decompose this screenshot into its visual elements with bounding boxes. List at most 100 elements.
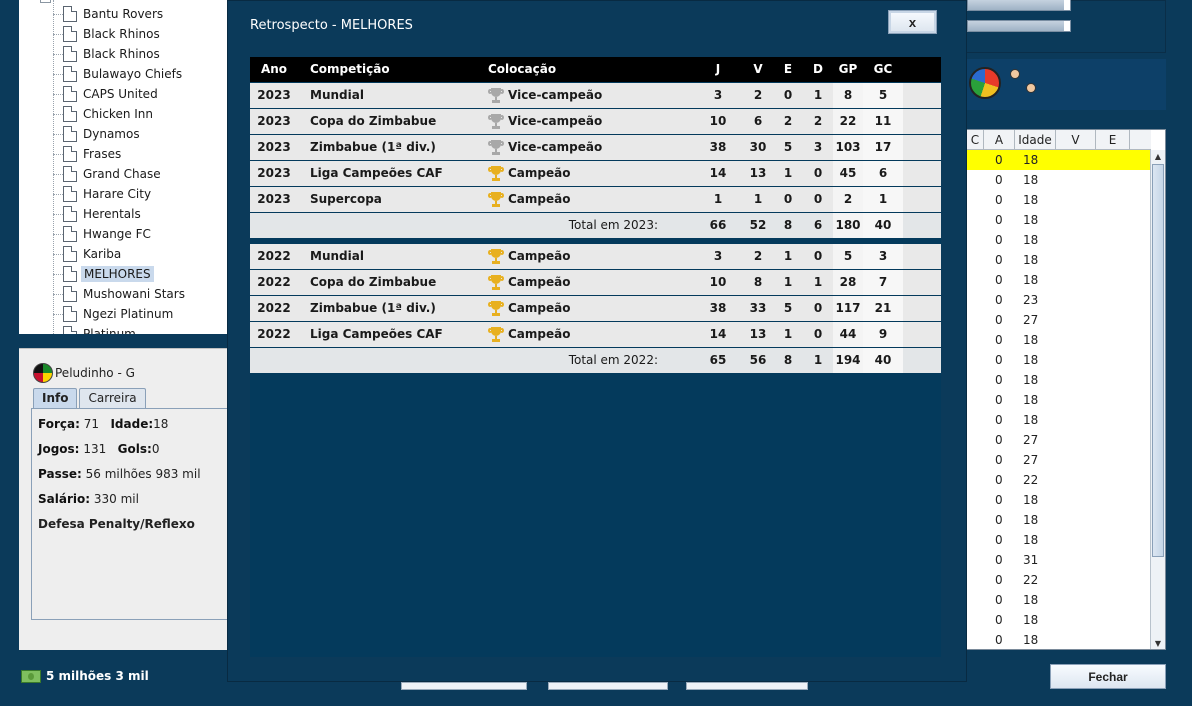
tree-item[interactable]: Mushowani Stars xyxy=(53,284,187,304)
cell-competicao: Copa do Zimbabue xyxy=(310,114,437,128)
table-row[interactable]: 0 18 xyxy=(967,630,1151,649)
col-a-header[interactable]: A xyxy=(984,130,1015,149)
tree-item[interactable]: Harare City xyxy=(53,184,153,204)
background-button-3[interactable] xyxy=(686,682,808,690)
table-row[interactable]: 0 18 xyxy=(967,230,1151,250)
stats-chart-icon[interactable] xyxy=(969,67,1001,99)
cell-gp: 28 xyxy=(833,270,863,295)
tree-item[interactable]: Chicken Inn xyxy=(53,104,155,124)
tree-item[interactable]: Platinum xyxy=(53,324,138,334)
cell-a: 0 xyxy=(995,633,1003,647)
cell-gc: 1 xyxy=(863,187,903,212)
tree-collapse-handle[interactable] xyxy=(40,0,51,3)
table-row[interactable]: 0 18 xyxy=(967,510,1151,530)
background-button-2[interactable] xyxy=(548,682,668,690)
tab-carreira[interactable]: Carreira xyxy=(79,388,146,408)
squad-table[interactable]: C A Idade V E 0 18 0 18 0 18 0 18 0 18 0 18 0 18 0 23 0 2… xyxy=(966,129,1166,650)
tree-connector xyxy=(53,293,63,295)
retrospecto-row[interactable]: 2023 Liga Campeões CAF Campeão 14 13 1 0 45 6 xyxy=(250,161,941,186)
file-icon xyxy=(63,6,77,22)
table-row[interactable]: 0 22 xyxy=(967,570,1151,590)
table-row[interactable]: 0 23 xyxy=(967,290,1151,310)
header-gp[interactable]: GP xyxy=(833,57,863,82)
retrospecto-row[interactable]: 2023 Zimbabue (1ª div.) Vice-campeão 38 30 5 3… xyxy=(250,135,941,160)
scroll-down-icon[interactable]: ▼ xyxy=(1151,637,1165,649)
squad-table-scrollbar[interactable]: ▲ ▼ xyxy=(1150,150,1165,649)
retrospecto-row[interactable]: 2022 Copa do Zimbabue Campeão 10 8 1 1 28 7 xyxy=(250,270,941,295)
col-e-header[interactable]: E xyxy=(1096,130,1130,149)
table-row[interactable]: 0 18 xyxy=(967,610,1151,630)
header-d[interactable]: D xyxy=(803,57,833,82)
cell-gp: 117 xyxy=(833,296,863,321)
background-button-1[interactable] xyxy=(401,682,527,690)
retrospecto-row[interactable]: 2023 Mundial Vice-campeão 3 2 0 1 8 5 xyxy=(250,83,941,108)
table-row[interactable]: 0 27 xyxy=(967,310,1151,330)
tree-item[interactable]: CAPS United xyxy=(53,84,160,104)
total-row: Total em 2023: 66 52 8 6 180 40 xyxy=(250,213,941,238)
retrospecto-row[interactable]: 2022 Mundial Campeão 3 2 1 0 5 3 xyxy=(250,244,941,269)
tree-item[interactable]: MELHORES xyxy=(53,264,154,284)
slider-bar-2[interactable] xyxy=(967,20,1071,32)
col-c-header[interactable]: C xyxy=(967,130,984,149)
tab-info[interactable]: Info xyxy=(33,388,78,408)
table-row[interactable]: 0 18 xyxy=(967,170,1151,190)
table-row[interactable]: 0 27 xyxy=(967,450,1151,470)
table-row[interactable]: 0 18 xyxy=(967,190,1151,210)
table-row[interactable]: 0 18 xyxy=(967,270,1151,290)
tree-item[interactable]: Kariba xyxy=(53,244,123,264)
cell-a: 0 xyxy=(995,353,1003,367)
cell-gc: 7 xyxy=(863,270,903,295)
header-v[interactable]: V xyxy=(743,57,773,82)
header-colocacao[interactable]: Colocação xyxy=(488,57,678,82)
col-idade-header[interactable]: Idade xyxy=(1015,130,1056,149)
cell-idade: 18 xyxy=(1023,613,1039,627)
cell-a: 0 xyxy=(995,293,1003,307)
table-row[interactable]: 0 18 xyxy=(967,350,1151,370)
table-row[interactable]: 0 18 xyxy=(967,530,1151,550)
header-e[interactable]: E xyxy=(773,57,803,82)
slider-bar-1[interactable] xyxy=(967,0,1071,11)
close-button[interactable]: x xyxy=(888,10,937,34)
table-row[interactable]: 0 27 xyxy=(967,430,1151,450)
table-row[interactable]: 0 31 xyxy=(967,550,1151,570)
header-competicao[interactable]: Competição xyxy=(298,57,488,82)
tree-item[interactable]: Black Rhinos xyxy=(53,44,162,64)
formation-icon[interactable] xyxy=(1006,67,1040,101)
col-v-header[interactable]: V xyxy=(1056,130,1096,149)
table-row[interactable]: 0 18 xyxy=(967,590,1151,610)
table-row[interactable]: 0 18 xyxy=(967,390,1151,410)
retrospecto-row[interactable]: 2022 Zimbabue (1ª div.) Campeão 38 33 5 0 117 21 xyxy=(250,296,941,321)
header-gc[interactable]: GC xyxy=(863,57,903,82)
fechar-button[interactable]: Fechar xyxy=(1050,664,1166,689)
retrospecto-panel: Ano Competição Colocação J V E D GP GC 2… xyxy=(250,57,941,657)
tree-item[interactable]: Bantu Rovers xyxy=(53,4,165,24)
table-row[interactable]: 0 18 xyxy=(967,250,1151,270)
table-row[interactable]: 0 18 xyxy=(967,370,1151,390)
table-row[interactable]: 0 18 xyxy=(967,490,1151,510)
tree-item[interactable]: Black Rhinos xyxy=(53,24,162,44)
cell-ano: 2023 xyxy=(257,114,291,128)
table-row[interactable]: 0 18 xyxy=(967,410,1151,430)
gold-trophy-icon xyxy=(488,165,504,182)
tree-item[interactable]: Grand Chase xyxy=(53,164,163,184)
tree-item[interactable]: Bulawayo Chiefs xyxy=(53,64,184,84)
retrospecto-row[interactable]: 2023 Supercopa Campeão 1 1 0 0 2 1 xyxy=(250,187,941,212)
table-row[interactable]: 0 18 xyxy=(967,210,1151,230)
cell-v: 6 xyxy=(753,114,763,128)
table-row[interactable]: 0 18 xyxy=(967,150,1151,170)
retrospecto-row[interactable]: 2023 Copa do Zimbabue Vice-campeão 10 6 2 2 22 1… xyxy=(250,109,941,134)
scroll-up-icon[interactable]: ▲ xyxy=(1151,150,1165,163)
header-j[interactable]: J xyxy=(693,57,743,82)
tree-item[interactable]: Hwange FC xyxy=(53,224,153,244)
header-ano[interactable]: Ano xyxy=(250,57,298,82)
team-tree[interactable]: Bantu Rovers Black Rhinos Black Rhinos Bula… xyxy=(19,0,228,334)
tree-item[interactable]: Ngezi Platinum xyxy=(53,304,175,324)
tree-item[interactable]: Dynamos xyxy=(53,124,142,144)
table-row[interactable]: 0 18 xyxy=(967,330,1151,350)
tree-item[interactable]: Frases xyxy=(53,144,123,164)
cell-d: 0 xyxy=(813,166,823,180)
table-row[interactable]: 0 22 xyxy=(967,470,1151,490)
retrospecto-row[interactable]: 2022 Liga Campeões CAF Campeão 14 13 1 0 44 9 xyxy=(250,322,941,347)
tree-item[interactable]: Herentals xyxy=(53,204,143,224)
scroll-thumb[interactable] xyxy=(1152,164,1164,557)
